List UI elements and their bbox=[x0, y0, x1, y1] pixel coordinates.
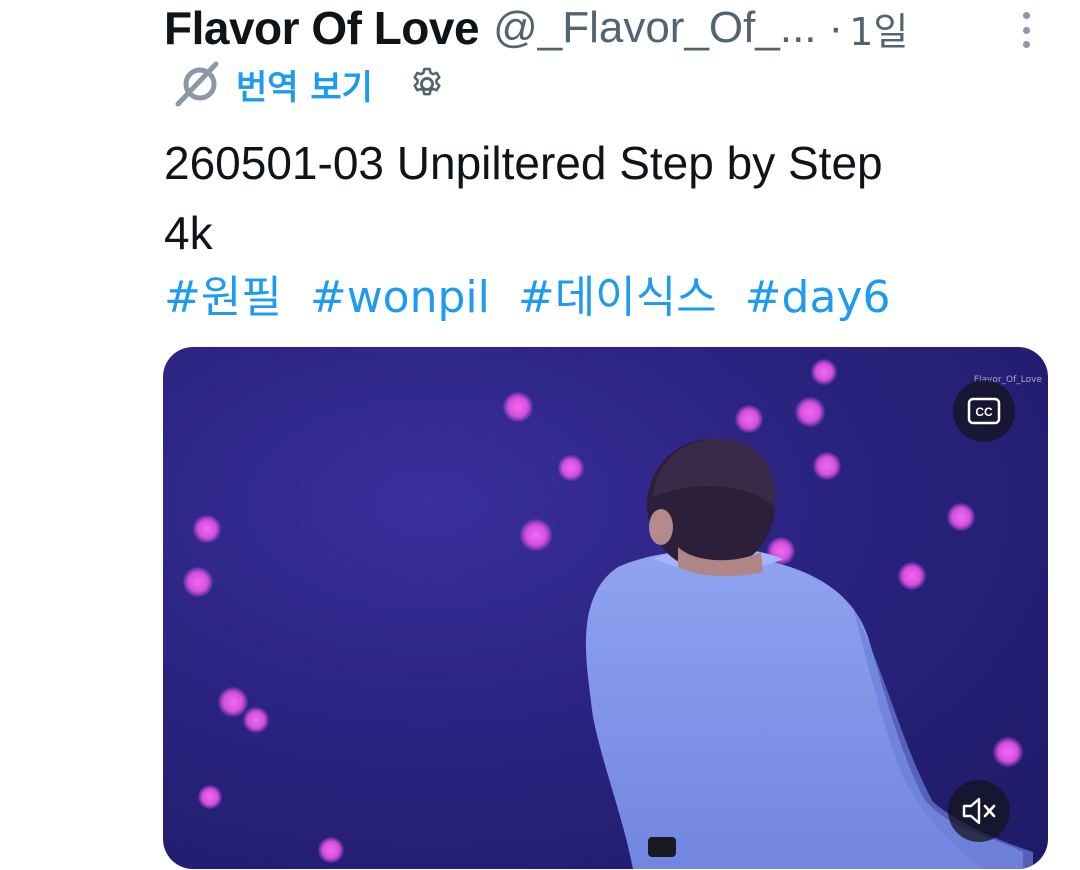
grok-icon[interactable] bbox=[172, 58, 224, 110]
closed-captions-button[interactable]: CC bbox=[953, 380, 1015, 442]
translate-row: 번역 보기 bbox=[172, 58, 447, 110]
hashtag-list: #원필 #wonpil #데이식스 #day6 bbox=[164, 268, 1054, 328]
hashtag-link[interactable]: #원필 bbox=[164, 272, 282, 323]
display-name[interactable]: Flavor Of Love bbox=[164, 1, 480, 55]
translate-link[interactable]: 번역 보기 bbox=[236, 60, 373, 109]
hashtag-link[interactable]: #wonpil bbox=[310, 272, 490, 323]
hashtag-link[interactable]: #데이식스 bbox=[518, 272, 717, 323]
more-dot bbox=[1022, 41, 1030, 48]
tweet-text-line: 260501-03 Unpiltered Step by Step bbox=[164, 137, 883, 189]
timestamp[interactable]: 1일 bbox=[849, 1, 908, 56]
video-player[interactable]: Flavor_Of_Love CC bbox=[163, 347, 1048, 869]
hashtag-link[interactable]: #day6 bbox=[745, 272, 891, 323]
mute-button[interactable] bbox=[948, 780, 1010, 842]
volume-muted-icon bbox=[962, 797, 996, 825]
gear-icon[interactable] bbox=[407, 64, 447, 104]
cc-label: CC bbox=[975, 405, 993, 419]
tweet-text: 260501-03 Unpiltered Step by Step 4k bbox=[164, 128, 1054, 268]
separator-dot: · bbox=[828, 3, 844, 52]
tweet-header: Flavor Of Love @_Flavor_Of_... · 1일 bbox=[164, 0, 1044, 56]
more-dot bbox=[1022, 26, 1030, 34]
closed-captions-icon: CC bbox=[967, 397, 1001, 425]
more-options-icon[interactable] bbox=[1014, 12, 1038, 48]
user-handle[interactable]: @_Flavor_Of_... bbox=[493, 3, 816, 53]
more-dot bbox=[1022, 12, 1030, 19]
performer-figure bbox=[585, 438, 1033, 869]
tweet-text-line: 4k bbox=[164, 207, 213, 259]
